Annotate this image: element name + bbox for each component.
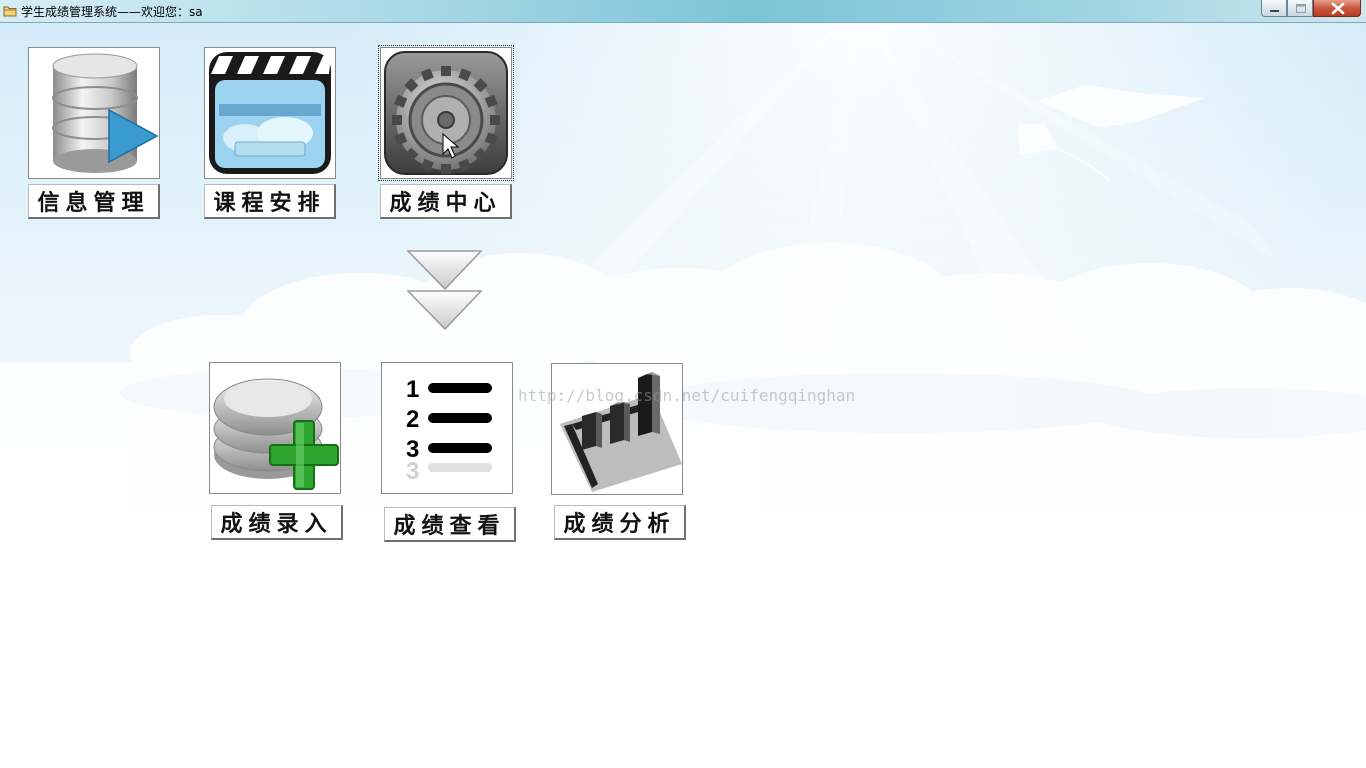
grade-view-tile[interactable]: 1 2 3 3 bbox=[381, 362, 513, 494]
grade-center-button[interactable]: 成绩中心 bbox=[380, 184, 512, 219]
bar-chart-3d-icon bbox=[560, 372, 682, 492]
numbered-list-icon: 1 2 3 3 bbox=[406, 376, 492, 485]
watermark-text: http://blog.csdn.net/cuifengqinghan bbox=[518, 386, 856, 405]
title-bar[interactable]: 学生成绩管理系统——欢迎您：sa bbox=[0, 0, 1366, 23]
maximize-button[interactable] bbox=[1287, 0, 1313, 17]
clapperboard-icon bbox=[209, 52, 331, 174]
database-play-icon bbox=[52, 53, 159, 173]
minimize-button[interactable] bbox=[1261, 0, 1287, 17]
double-chevron-down-icon bbox=[406, 250, 483, 331]
svg-text:1: 1 bbox=[406, 376, 419, 403]
window-title: 学生成绩管理系统——欢迎您：sa bbox=[21, 5, 203, 19]
database-add-icon bbox=[213, 378, 339, 490]
minimize-icon bbox=[1270, 10, 1279, 12]
grade-analysis-tile[interactable] bbox=[551, 363, 683, 495]
grade-analysis-button[interactable]: 成绩分析 bbox=[554, 505, 686, 540]
grade-center-tile[interactable] bbox=[378, 45, 514, 181]
svg-text:3: 3 bbox=[406, 458, 419, 485]
gear-icon bbox=[384, 51, 508, 175]
main-window-area: 信息管理 课程安排 成绩中心 成绩录入 1 2 3 3 成绩查看 成绩分析 ht… bbox=[0, 23, 1366, 768]
grade-entry-tile[interactable] bbox=[209, 362, 341, 494]
svg-text:2: 2 bbox=[406, 406, 419, 433]
info-management-button[interactable]: 信息管理 bbox=[28, 184, 160, 219]
maximize-icon bbox=[1296, 4, 1306, 13]
grade-entry-button[interactable]: 成绩录入 bbox=[211, 505, 343, 540]
close-button[interactable] bbox=[1313, 0, 1361, 17]
close-icon bbox=[1331, 2, 1345, 15]
course-schedule-button[interactable]: 课程安排 bbox=[204, 184, 336, 219]
grade-view-button[interactable]: 成绩查看 bbox=[384, 507, 516, 542]
info-management-tile[interactable] bbox=[28, 47, 160, 179]
course-schedule-tile[interactable] bbox=[204, 47, 336, 179]
folder-icon bbox=[3, 6, 17, 17]
